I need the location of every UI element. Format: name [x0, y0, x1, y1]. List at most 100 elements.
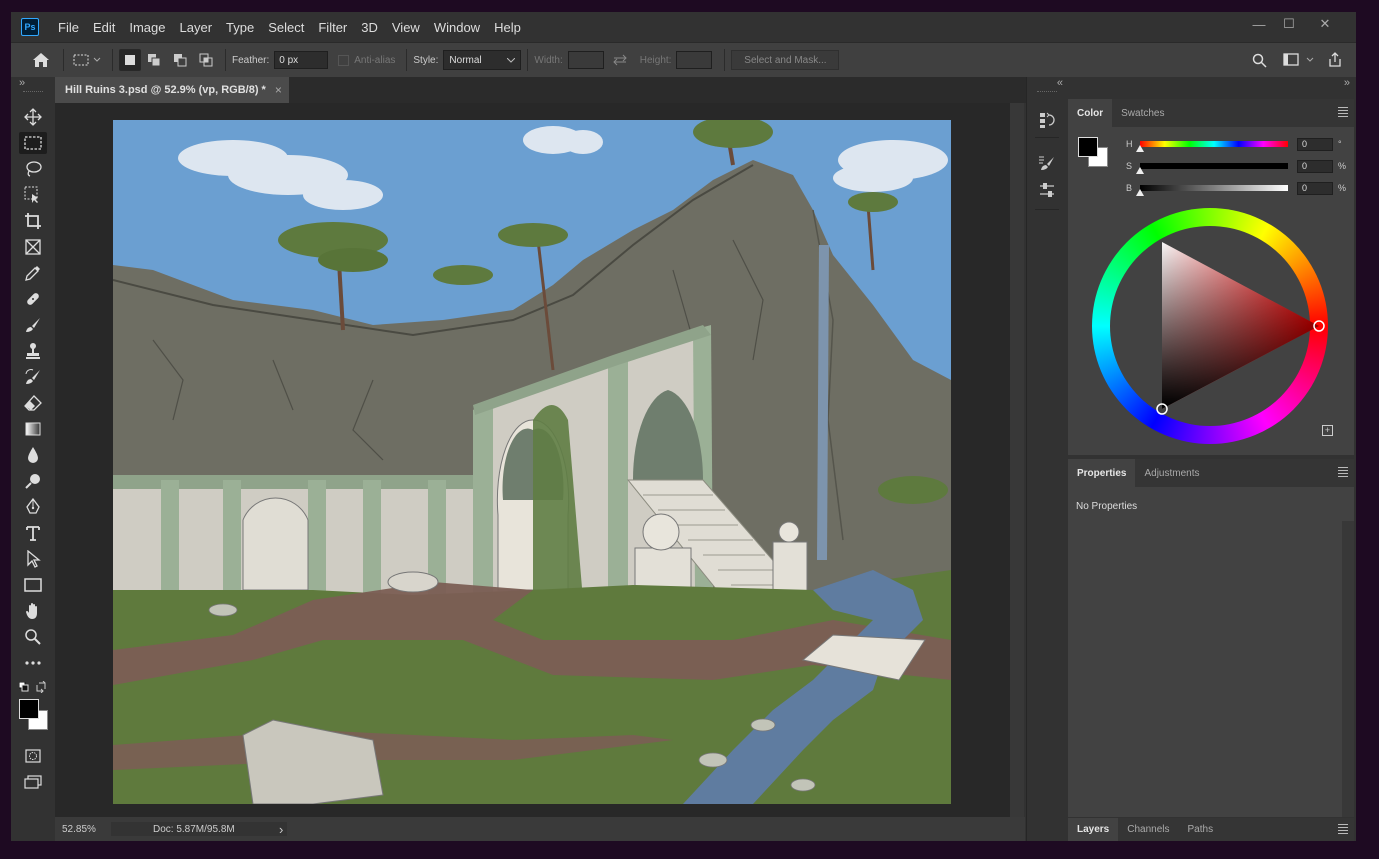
tab-layers[interactable]: Layers — [1068, 818, 1119, 841]
dodge-tool[interactable] — [19, 470, 47, 492]
toolbar-grip[interactable] — [23, 91, 43, 93]
new-selection-button[interactable] — [119, 49, 141, 71]
status-menu-arrow-icon[interactable]: › — [279, 822, 283, 837]
hue-input[interactable]: 0 — [1297, 137, 1333, 151]
screen-mode-button[interactable] — [19, 771, 47, 793]
artwork-canvas[interactable] — [113, 120, 951, 804]
minimize-button[interactable]: — — [1244, 12, 1274, 36]
saturation-slider[interactable] — [1136, 163, 1288, 174]
move-tool[interactable] — [19, 106, 47, 128]
menu-filter[interactable]: Filter — [311, 20, 354, 35]
tab-color[interactable]: Color — [1068, 99, 1113, 127]
document-info[interactable]: Doc: 5.87M/95.8M — [111, 822, 287, 836]
eyedropper-tool[interactable] — [19, 262, 47, 284]
dock-grip[interactable] — [1037, 91, 1057, 93]
brush-settings-button[interactable] — [1035, 152, 1059, 174]
object-selection-tool[interactable] — [19, 184, 47, 206]
layers-panel-menu-icon[interactable] — [1338, 824, 1348, 834]
width-input[interactable] — [567, 51, 604, 69]
add-to-swatches-icon[interactable]: + — [1322, 425, 1333, 436]
pen-tool[interactable] — [19, 496, 47, 518]
quick-mask-icon — [25, 749, 41, 763]
hue-slider-thumb[interactable] — [1136, 145, 1144, 152]
edit-toolbar-button[interactable] — [19, 652, 47, 674]
blur-tool[interactable] — [19, 444, 47, 466]
tab-paths[interactable]: Paths — [1179, 818, 1223, 841]
photoshop-logo-icon[interactable]: Ps — [21, 18, 39, 36]
menu-view[interactable]: View — [385, 20, 427, 35]
style-select[interactable]: Normal — [443, 50, 522, 70]
history-panel-button[interactable] — [1035, 109, 1059, 131]
lasso-tool[interactable] — [19, 158, 47, 180]
hand-tool[interactable] — [19, 600, 47, 622]
dock-expand-icon[interactable]: « — [1057, 77, 1063, 89]
document-tab-title: Hill Ruins 3.psd @ 52.9% (vp, RGB/8) * — [65, 84, 266, 96]
default-colors-icon[interactable] — [18, 681, 29, 692]
document-tab[interactable]: Hill Ruins 3.psd @ 52.9% (vp, RGB/8) * × — [55, 77, 289, 103]
close-window-button[interactable]: ✕ — [1310, 12, 1340, 36]
foreground-color-swatch[interactable] — [19, 699, 39, 719]
search-button[interactable] — [1249, 51, 1269, 69]
gradient-tool[interactable] — [19, 418, 47, 440]
menu-window[interactable]: Window — [427, 20, 487, 35]
tab-properties[interactable]: Properties — [1068, 459, 1136, 487]
swap-dimensions-button[interactable] — [604, 50, 636, 70]
menu-help[interactable]: Help — [487, 20, 528, 35]
saturation-brightness-triangle[interactable] — [1092, 208, 1328, 444]
maximize-button[interactable]: ☐ — [1274, 12, 1304, 36]
tab-channels[interactable]: Channels — [1118, 818, 1178, 841]
panels-collapse-icon[interactable]: » — [1344, 77, 1350, 89]
type-tool[interactable] — [19, 522, 47, 544]
home-button[interactable] — [25, 47, 57, 73]
healing-brush-tool[interactable] — [19, 288, 47, 310]
menu-layer[interactable]: Layer — [173, 20, 220, 35]
brush-tool[interactable] — [19, 314, 47, 336]
adjustments-quick-button[interactable] — [1035, 179, 1059, 201]
subtract-selection-button[interactable] — [167, 49, 193, 71]
clone-stamp-tool[interactable] — [19, 340, 47, 362]
menu-image[interactable]: Image — [122, 20, 172, 35]
close-tab-icon[interactable]: × — [275, 83, 282, 97]
properties-panel-menu-icon[interactable] — [1338, 467, 1348, 477]
saturation-input[interactable]: 0 — [1297, 159, 1333, 173]
crop-tool[interactable] — [19, 210, 47, 232]
properties-scrollbar[interactable] — [1342, 521, 1354, 817]
tab-swatches[interactable]: Swatches — [1112, 99, 1173, 127]
zoom-level[interactable]: 52.85% — [55, 824, 110, 835]
antialias-checkbox[interactable] — [338, 54, 350, 66]
add-to-selection-button[interactable] — [141, 49, 167, 71]
tool-preset-picker[interactable] — [70, 47, 106, 73]
brightness-input[interactable]: 0 — [1297, 181, 1333, 195]
height-input[interactable] — [676, 51, 713, 69]
rectangular-marquee-tool[interactable] — [19, 132, 47, 154]
menu-type[interactable]: Type — [219, 20, 261, 35]
zoom-tool[interactable] — [19, 626, 47, 648]
canvas-area[interactable] — [55, 103, 1010, 817]
feather-input[interactable]: 0 px — [274, 51, 329, 69]
panel-foreground-swatch[interactable] — [1078, 137, 1098, 157]
frame-tool[interactable] — [19, 236, 47, 258]
menu-edit[interactable]: Edit — [86, 20, 122, 35]
menu-select[interactable]: Select — [261, 20, 311, 35]
brightness-slider[interactable] — [1136, 185, 1288, 196]
hue-slider[interactable] — [1136, 141, 1288, 152]
swap-colors-icon[interactable] — [35, 680, 47, 694]
saturation-slider-thumb[interactable] — [1136, 167, 1144, 174]
quick-mask-button[interactable] — [19, 745, 47, 767]
toolbar-collapse-icon[interactable]: » — [19, 77, 25, 89]
path-selection-tool[interactable] — [19, 548, 47, 570]
menu-file[interactable]: File — [51, 20, 86, 35]
tab-adjustments[interactable]: Adjustments — [1135, 459, 1208, 487]
select-and-mask-button[interactable]: Select and Mask... — [731, 50, 840, 70]
canvas-vertical-scrollbar[interactable] — [1010, 103, 1024, 817]
rectangle-tool[interactable] — [19, 574, 47, 596]
menu-3d[interactable]: 3D — [354, 20, 385, 35]
workspace-switcher[interactable] — [1281, 51, 1317, 69]
share-button[interactable] — [1325, 50, 1345, 70]
stamp-icon — [26, 343, 40, 359]
eraser-tool[interactable] — [19, 392, 47, 414]
intersect-selection-button[interactable] — [193, 49, 219, 71]
color-panel-menu-icon[interactable] — [1338, 107, 1348, 117]
brightness-slider-thumb[interactable] — [1136, 189, 1144, 196]
history-brush-tool[interactable] — [19, 366, 47, 388]
